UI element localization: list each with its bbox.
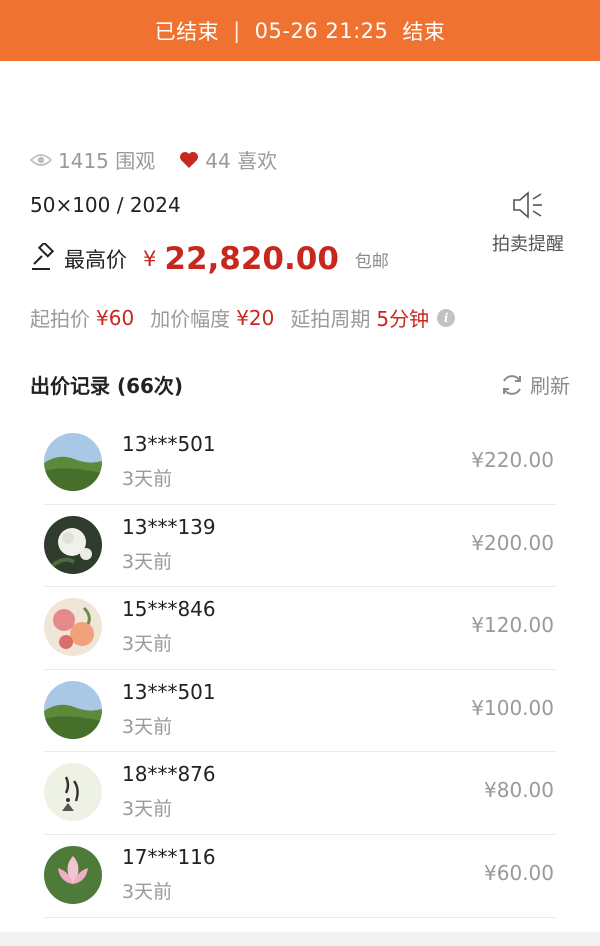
artwork-spec: 50×100 / 2024 bbox=[30, 193, 181, 217]
bidder-name: 15***846 bbox=[122, 597, 216, 622]
bid-row[interactable]: 13***501 3天前 ¥100.00 bbox=[44, 670, 556, 753]
avatar bbox=[44, 598, 102, 657]
bidder-name: 18***876 bbox=[122, 762, 216, 787]
bid-time: 3天前 bbox=[122, 550, 173, 573]
end-label: 结束 bbox=[402, 19, 446, 44]
start-price-label: 起拍价 bbox=[30, 307, 90, 331]
likes-button[interactable]: 44 喜欢 bbox=[179, 145, 277, 174]
bid-time: 3天前 bbox=[122, 880, 173, 903]
gavel-icon bbox=[30, 241, 58, 275]
bid-list: 13***501 3天前 ¥220.00 13***139 3天前 ¥200.0… bbox=[44, 422, 556, 918]
bid-records-title: 出价记录 (66次) bbox=[30, 374, 184, 398]
shipping-badge: 包邮 bbox=[354, 251, 389, 272]
bid-time: 3天前 bbox=[122, 468, 173, 490]
auction-rules-row: 起拍价 ¥60 加价幅度 ¥20 延拍周期 5分钟 i bbox=[30, 303, 456, 332]
avatar bbox=[44, 515, 102, 574]
stats-row: 1415 围观 44 喜欢 bbox=[30, 145, 277, 174]
speaker-icon bbox=[511, 191, 545, 226]
bid-row[interactable]: 13***139 3天前 ¥200.00 bbox=[44, 505, 556, 588]
bidder-name: 17***116 bbox=[122, 844, 216, 869]
bid-amount: ¥60.00 bbox=[484, 860, 554, 885]
bid-amount: ¥120.00 bbox=[471, 613, 554, 638]
highest-price-amount: 22,820.00 bbox=[164, 241, 339, 277]
auction-status-banner: 已结束 | 05-26 21:25 结束 bbox=[0, 0, 600, 61]
footer-band bbox=[0, 932, 600, 946]
bid-records-card: 出价记录 (66次) 刷新 13***501 3天前 ¥220.00 13***… bbox=[0, 336, 600, 932]
heart-icon bbox=[179, 151, 199, 169]
avatar bbox=[44, 845, 102, 904]
bid-time: 3天前 bbox=[122, 633, 173, 656]
eye-icon bbox=[30, 153, 52, 167]
bid-row[interactable]: 18***876 3天前 ¥80.00 bbox=[44, 752, 556, 835]
increment-label: 加价幅度 bbox=[150, 307, 231, 331]
bidder-name: 13***501 bbox=[122, 679, 216, 704]
info-icon[interactable]: i bbox=[437, 308, 456, 327]
bidder-name: 13***501 bbox=[122, 432, 216, 456]
likes-count: 44 喜欢 bbox=[205, 149, 278, 173]
refresh-label: 刷新 bbox=[530, 374, 570, 398]
refresh-button[interactable]: 刷新 bbox=[500, 370, 570, 399]
bid-time: 3天前 bbox=[122, 798, 173, 821]
highest-price-row: 最高价 ¥ 22,820.00 包邮 bbox=[30, 241, 389, 277]
status-text: 已结束 bbox=[154, 19, 220, 44]
bid-row[interactable]: 15***846 3天前 ¥120.00 bbox=[44, 587, 556, 670]
views-count: 1415 围观 bbox=[58, 149, 156, 173]
bid-amount: ¥80.00 bbox=[484, 778, 554, 803]
auction-info-card: 1415 围观 44 喜欢 50×100 / 2024 最高价 ¥ 22,820… bbox=[0, 61, 600, 379]
refresh-icon bbox=[500, 373, 524, 397]
avatar bbox=[44, 680, 102, 739]
bid-amount: ¥200.00 bbox=[471, 530, 554, 555]
reminder-label: 拍卖提醒 bbox=[492, 234, 564, 255]
bid-row[interactable]: 13***501 3天前 ¥220.00 bbox=[44, 422, 556, 505]
bid-amount: ¥220.00 bbox=[471, 448, 554, 472]
banner-separator: | bbox=[233, 18, 241, 43]
start-price-value: ¥60 bbox=[96, 305, 135, 330]
currency-symbol: ¥ bbox=[143, 247, 157, 271]
bid-time: 3天前 bbox=[122, 715, 173, 738]
bidder-name: 13***139 bbox=[122, 514, 216, 539]
auction-reminder-button[interactable]: 拍卖提醒 bbox=[488, 189, 568, 256]
extend-period-value: 5分钟 bbox=[376, 307, 430, 331]
end-datetime: 05-26 21:25 bbox=[254, 18, 389, 43]
bid-amount: ¥100.00 bbox=[471, 695, 554, 720]
avatar bbox=[44, 433, 102, 491]
extend-period-label: 延拍周期 bbox=[290, 307, 371, 331]
highest-price-label: 最高价 bbox=[64, 248, 127, 272]
avatar bbox=[44, 763, 102, 822]
bid-row[interactable]: 17***116 3天前 ¥60.00 bbox=[44, 835, 556, 918]
increment-value: ¥20 bbox=[236, 305, 275, 330]
